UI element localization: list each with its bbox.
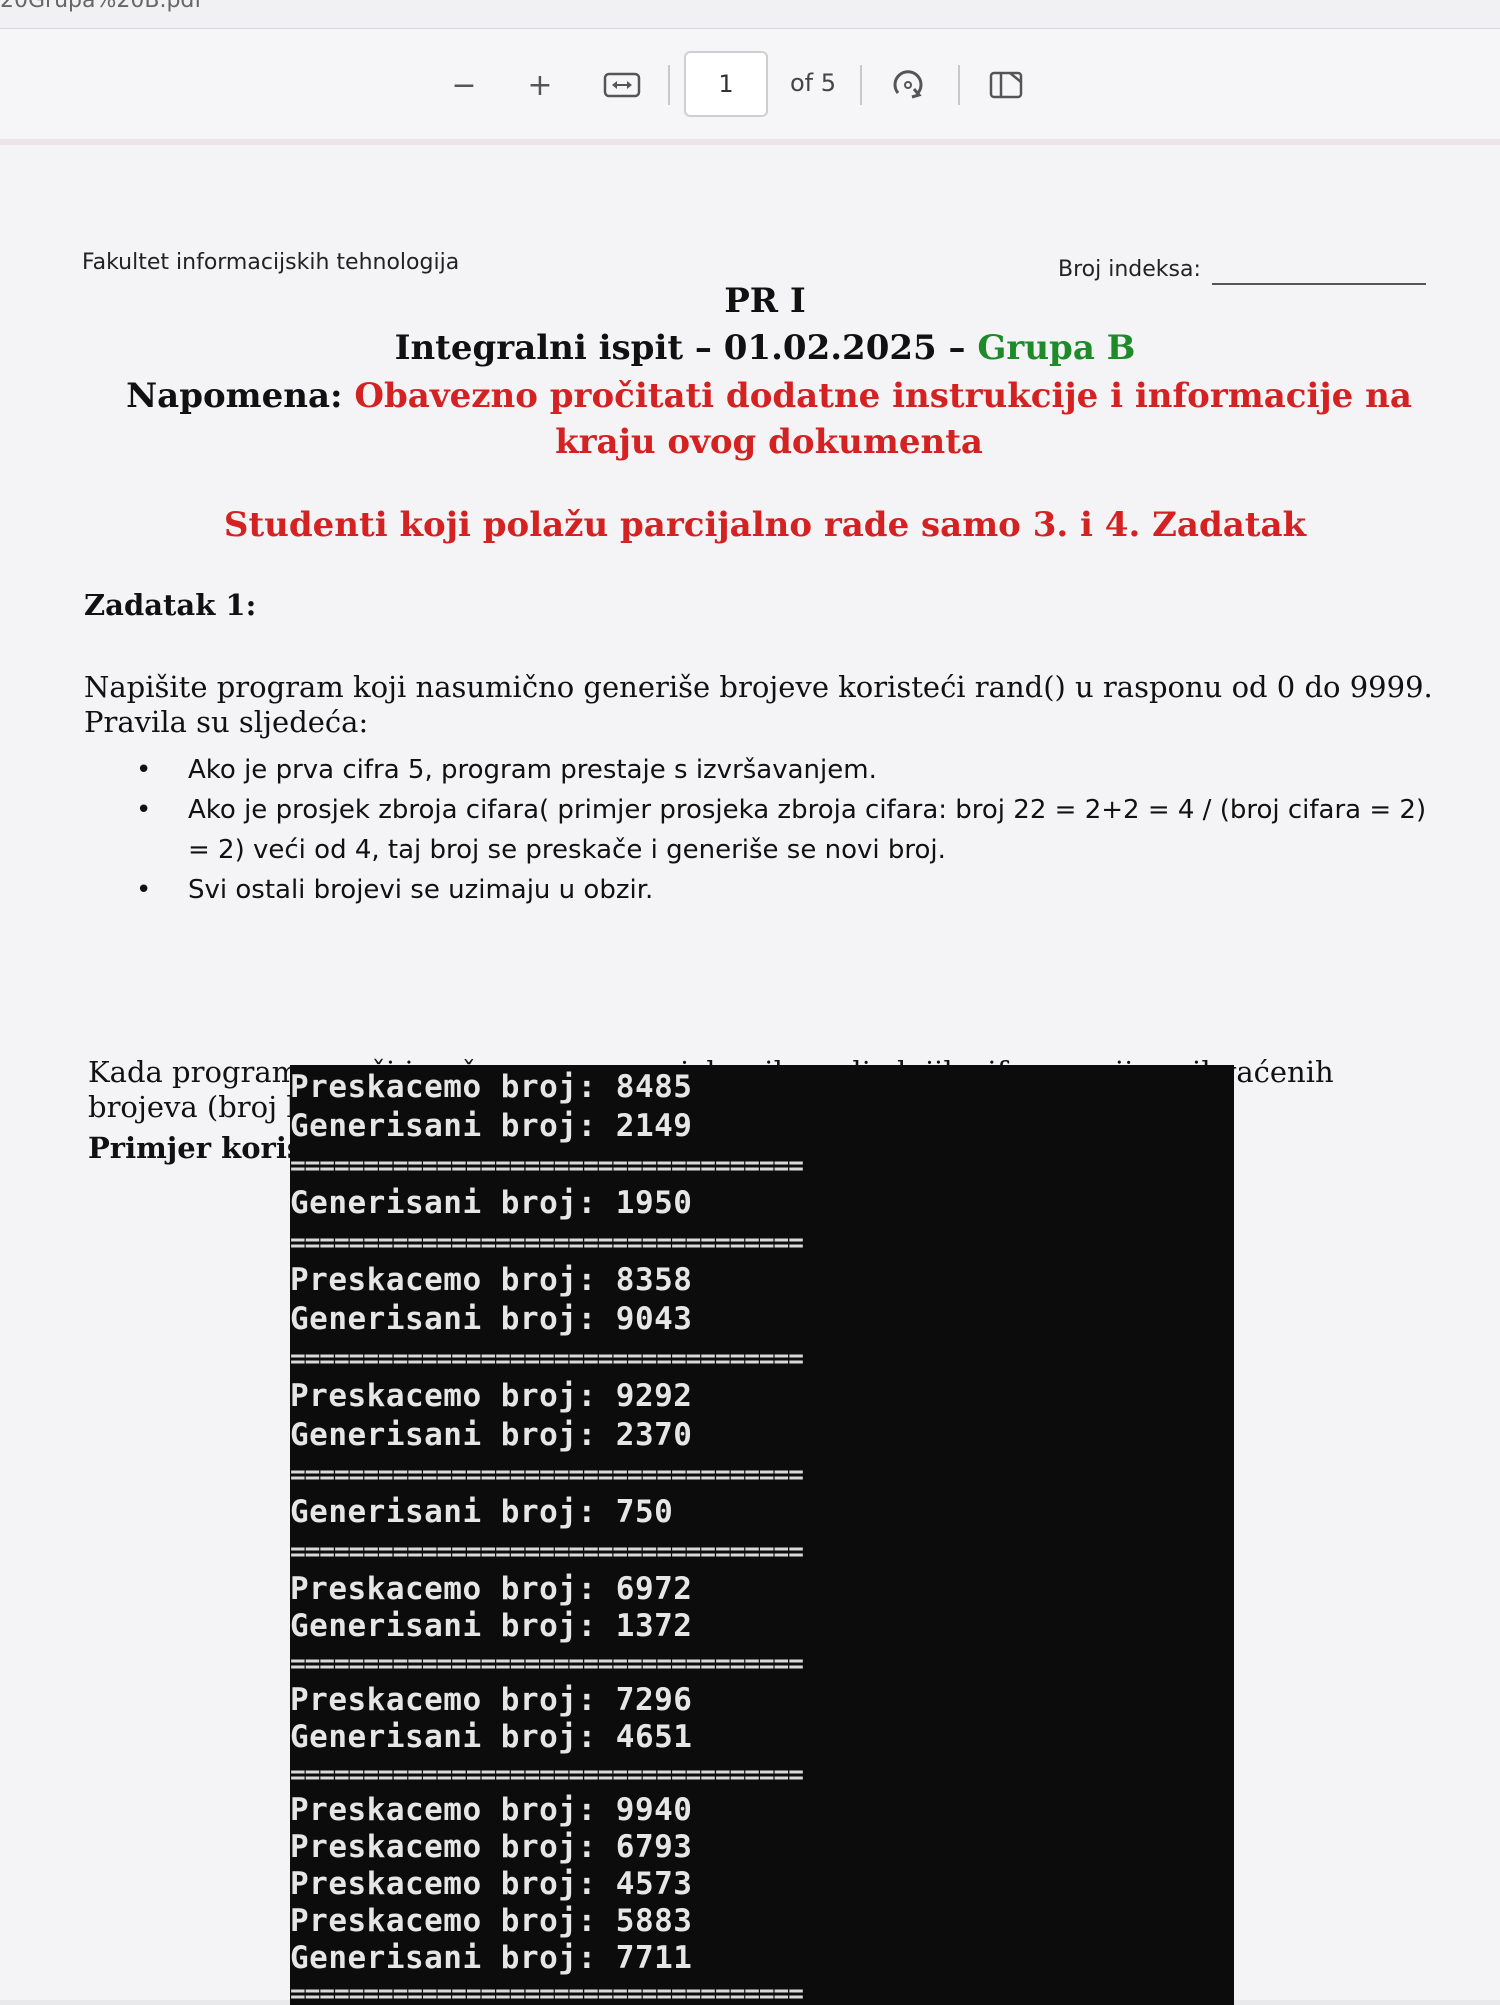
console-separator: =================================== bbox=[290, 1344, 804, 1374]
console-line: Generisani broj: 4651 bbox=[290, 1719, 693, 1755]
browser-top-strip: 20Grupa%20B.pdf bbox=[0, 0, 1500, 29]
console-line: Preskacemo broj: 6793 bbox=[290, 1829, 693, 1865]
pdf-toolbar: − + of 5 bbox=[0, 29, 1500, 145]
list-item: Ako je prva cifra 5, program prestaje s … bbox=[136, 750, 1436, 790]
toolbar-divider bbox=[860, 65, 862, 105]
page-number-input[interactable] bbox=[684, 51, 768, 117]
console-line: Preskacemo broj: 8485 bbox=[290, 1069, 693, 1105]
console-line: Preskacemo broj: 9292 bbox=[290, 1378, 693, 1414]
console-separator: =================================== bbox=[290, 1228, 804, 1258]
exam-title-text: Integralni ispit – 01.02.2025 – bbox=[394, 328, 978, 368]
console-line: Preskacemo broj: 6972 bbox=[290, 1571, 693, 1607]
task-intro: Napišite program koji nasumično generiše… bbox=[84, 670, 1433, 739]
page-view-button[interactable] bbox=[986, 55, 1026, 115]
console-line: Generisani broj: 1372 bbox=[290, 1608, 693, 1644]
page-view-icon bbox=[989, 71, 1023, 99]
console-separator: =================================== bbox=[290, 1460, 804, 1490]
exam-title: Integralni ispit – 01.02.2025 – Grupa B bbox=[0, 328, 1500, 368]
note-text: Obavezno pročitati dodatne instrukcije i… bbox=[354, 376, 1412, 462]
minus-icon: − bbox=[451, 67, 477, 103]
console-line: Generisani broj: 2149 bbox=[290, 1108, 693, 1144]
console-line: Preskacemo broj: 8358 bbox=[290, 1262, 693, 1298]
console-line: Generisani broj: 7711 bbox=[290, 1940, 693, 1976]
console-line: Generisani broj: 750 bbox=[290, 1494, 674, 1530]
plus-icon: + bbox=[527, 67, 553, 103]
console-separator: =================================== bbox=[290, 1151, 804, 1181]
console-output: Preskacemo broj: 8485 Generisani broj: 2… bbox=[290, 1065, 1234, 2005]
pdf-page: Fakultet informacijskih tehnologija Broj… bbox=[0, 145, 1500, 2005]
console-line: Preskacemo broj: 7296 bbox=[290, 1682, 693, 1718]
page-total: of 5 bbox=[790, 69, 837, 97]
fit-width-icon bbox=[603, 72, 641, 98]
console-separator: =================================== bbox=[290, 1979, 804, 2005]
file-name: 20Grupa%20B.pdf bbox=[0, 0, 203, 13]
fit-width-button[interactable] bbox=[600, 55, 644, 115]
faculty-name: Fakultet informacijskih tehnologija bbox=[82, 250, 460, 275]
console-separator: =================================== bbox=[290, 1760, 804, 1790]
console-line: Generisani broj: 9043 bbox=[290, 1301, 693, 1337]
toolbar-divider bbox=[958, 65, 960, 105]
group-label: Grupa B bbox=[977, 328, 1136, 368]
zoom-out-button[interactable]: − bbox=[444, 55, 484, 115]
task-heading: Zadatak 1: bbox=[84, 588, 257, 622]
console-line: Generisani broj: 2370 bbox=[290, 1417, 693, 1453]
list-item: Svi ostali brojevi se uzimaju u obzir. bbox=[136, 870, 1436, 910]
note-label: Napomena: bbox=[126, 376, 355, 416]
rotate-icon bbox=[893, 70, 923, 99]
console-separator: =================================== bbox=[290, 1537, 804, 1567]
console-separator: =================================== bbox=[290, 1649, 804, 1679]
zoom-in-button[interactable]: + bbox=[520, 55, 560, 115]
console-line: Preskacemo broj: 4573 bbox=[290, 1866, 693, 1902]
list-item: Ako je prosjek zbroja cifara( primjer pr… bbox=[136, 790, 1436, 870]
course-title: PR I bbox=[724, 281, 806, 321]
console-line: Preskacemo broj: 5883 bbox=[290, 1903, 693, 1939]
note: Napomena: Obavezno pročitati dodatne ins… bbox=[84, 373, 1454, 465]
toolbar-divider bbox=[668, 65, 670, 105]
console-line: Preskacemo broj: 9940 bbox=[290, 1792, 693, 1828]
console-line: Generisani broj: 1950 bbox=[290, 1185, 693, 1221]
rotate-button[interactable] bbox=[888, 55, 928, 115]
rules-list: Ako je prva cifra 5, program prestaje s … bbox=[136, 750, 1436, 910]
partial-exam-note: Studenti koji polažu parcijalno rade sam… bbox=[223, 505, 1307, 545]
index-label: Broj indeksa: bbox=[1058, 257, 1201, 282]
